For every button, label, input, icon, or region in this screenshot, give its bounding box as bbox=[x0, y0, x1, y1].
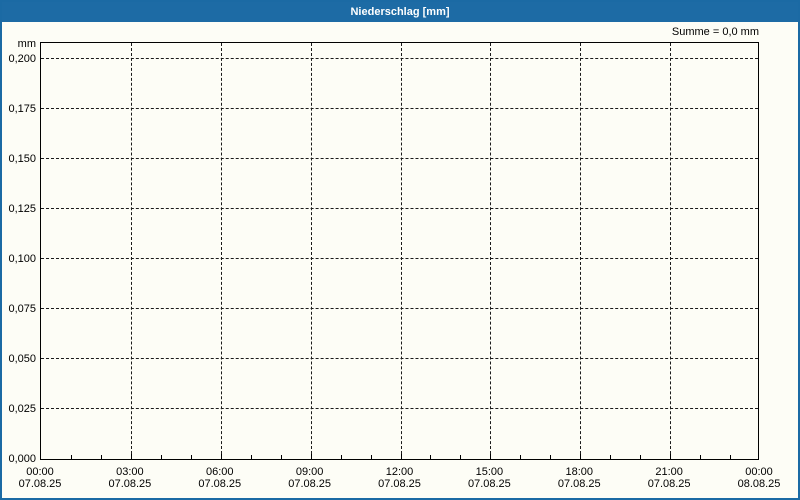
x-axis-tick bbox=[550, 455, 552, 459]
y-gridline bbox=[41, 208, 758, 209]
x-gridline bbox=[220, 43, 222, 459]
chart-window: Niederschlag [mm] Summe = 0,0 mm mm 0,00… bbox=[0, 0, 800, 500]
x-gridline bbox=[130, 43, 132, 459]
y-tick-label: 0,050 bbox=[8, 353, 36, 365]
x-axis-tick bbox=[670, 454, 672, 459]
x-gridline bbox=[400, 43, 402, 459]
x-axis-tick bbox=[100, 455, 102, 459]
x-axis-tick bbox=[130, 454, 132, 459]
x-axis-tick bbox=[700, 455, 702, 459]
x-axis-tick bbox=[190, 455, 192, 459]
x-date-label: 07.08.25 bbox=[18, 478, 62, 490]
x-gridline bbox=[490, 43, 492, 459]
y-tick-label: 0,000 bbox=[8, 453, 36, 465]
x-axis-tick bbox=[370, 455, 372, 459]
y-gridline bbox=[41, 158, 758, 159]
x-axis-tick bbox=[640, 455, 642, 459]
y-gridline bbox=[41, 108, 758, 109]
x-time-label: 06:00 bbox=[205, 466, 234, 478]
y-gridline bbox=[41, 58, 758, 59]
y-gridline bbox=[41, 358, 758, 359]
x-axis-tick bbox=[70, 455, 72, 459]
x-date-label: 07.08.25 bbox=[198, 478, 242, 490]
x-axis-tick bbox=[460, 455, 462, 459]
x-date-label: 07.08.25 bbox=[557, 478, 601, 490]
x-date-label: 07.08.25 bbox=[467, 478, 511, 490]
x-time-label: 00:00 bbox=[745, 466, 773, 478]
y-gridline bbox=[41, 258, 758, 259]
x-axis-tick bbox=[730, 455, 732, 459]
y-tick-label: 0,025 bbox=[8, 403, 36, 415]
sum-annotation: Summe = 0,0 mm bbox=[671, 26, 759, 38]
x-time-label: 21:00 bbox=[655, 466, 683, 478]
x-axis-tick bbox=[610, 455, 612, 459]
x-date-label: 08.08.25 bbox=[737, 478, 781, 490]
y-tick-label: 0,100 bbox=[8, 253, 36, 265]
x-time-label: 15:00 bbox=[475, 466, 504, 478]
x-axis-tick bbox=[250, 455, 252, 459]
y-tick-label: 0,125 bbox=[8, 203, 36, 215]
chart-content: Summe = 0,0 mm mm 0,000 0,025 0,050 0,075 0,… bbox=[2, 22, 798, 498]
x-axis-tick bbox=[310, 454, 312, 459]
x-axis-tick bbox=[490, 454, 492, 459]
x-gridline bbox=[310, 43, 312, 459]
x-axis-tick bbox=[160, 455, 162, 459]
x-time-label: 18:00 bbox=[565, 466, 594, 478]
x-axis-tick bbox=[520, 455, 522, 459]
y-tick-label: 0,075 bbox=[8, 303, 36, 315]
x-date-label: 07.08.25 bbox=[288, 478, 332, 490]
y-axis-unit-label: mm bbox=[17, 38, 36, 50]
y-gridline bbox=[41, 308, 758, 309]
x-time-label: 12:00 bbox=[385, 466, 414, 478]
x-axis-tick bbox=[340, 455, 342, 459]
x-date-label: 07.08.25 bbox=[378, 478, 421, 490]
x-gridline bbox=[580, 43, 582, 459]
x-axis-tick bbox=[580, 454, 582, 459]
y-gridline bbox=[41, 408, 758, 409]
y-tick-label: 0,175 bbox=[8, 103, 36, 115]
x-axis-tick bbox=[280, 455, 282, 459]
x-date-label: 07.08.25 bbox=[108, 478, 152, 490]
window-titlebar[interactable]: Niederschlag [mm] bbox=[2, 2, 798, 22]
x-axis-tick bbox=[400, 454, 402, 459]
x-axis-tick bbox=[430, 455, 432, 459]
x-gridline bbox=[670, 43, 672, 459]
x-time-label: 00:00 bbox=[26, 466, 54, 478]
x-axis-tick bbox=[220, 454, 222, 459]
x-time-label: 03:00 bbox=[116, 466, 144, 478]
x-date-label: 07.08.25 bbox=[647, 478, 691, 490]
x-time-label: 09:00 bbox=[295, 466, 324, 478]
y-tick-label: 0,200 bbox=[8, 53, 36, 65]
plot-area bbox=[40, 42, 759, 460]
window-title: Niederschlag [mm] bbox=[350, 6, 450, 18]
y-tick-label: 0,150 bbox=[8, 153, 36, 165]
